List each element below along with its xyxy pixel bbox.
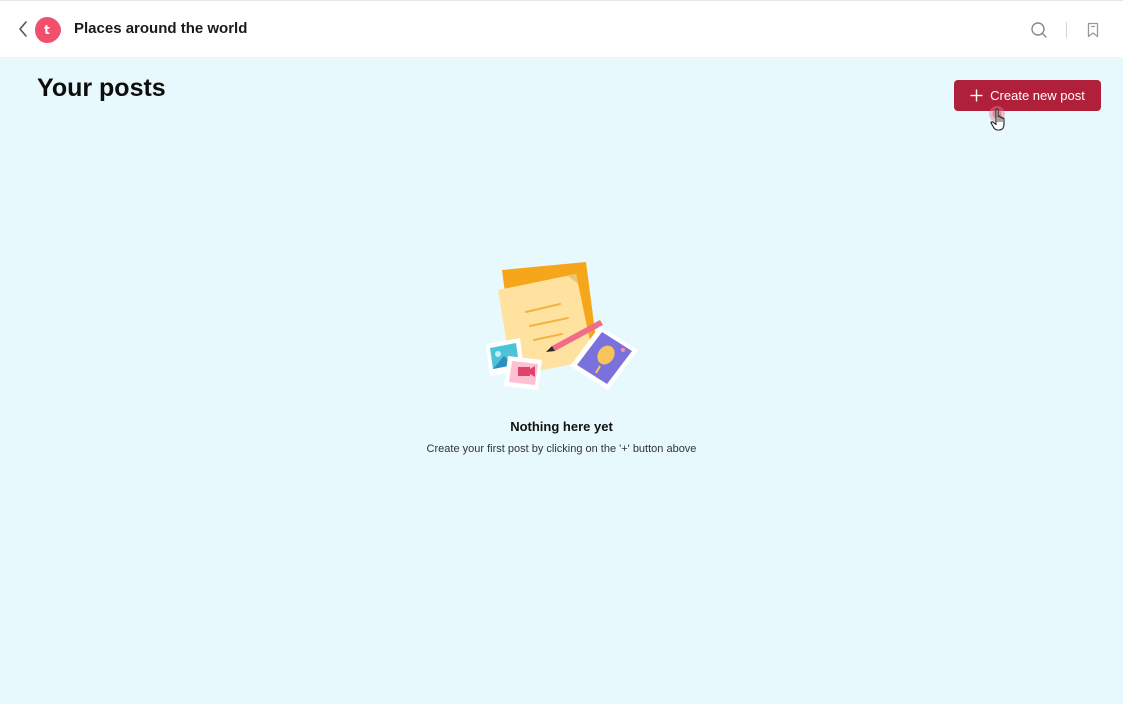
bookmark-button[interactable] <box>1086 22 1100 38</box>
empty-state-subtitle: Create your first post by clicking on th… <box>426 443 697 455</box>
search-icon <box>1031 22 1047 38</box>
empty-state-illustration <box>486 262 638 390</box>
create-new-post-button[interactable]: Create new post <box>954 80 1101 111</box>
chevron-left-icon <box>19 21 27 37</box>
create-new-post-label: Create new post <box>990 88 1085 103</box>
app-logo: t <box>34 16 62 44</box>
app-title: Places around the world <box>74 20 248 37</box>
top-bar: t Places around the world <box>0 0 1123 57</box>
plus-icon <box>970 89 983 102</box>
search-button[interactable] <box>1030 21 1048 39</box>
back-button[interactable] <box>16 20 32 38</box>
logo-letter: t <box>44 23 50 37</box>
empty-state-title: Nothing here yet <box>510 419 613 434</box>
page-title: Your posts <box>37 74 166 102</box>
bookmark-icon <box>1087 22 1099 38</box>
header-divider <box>1066 22 1067 38</box>
